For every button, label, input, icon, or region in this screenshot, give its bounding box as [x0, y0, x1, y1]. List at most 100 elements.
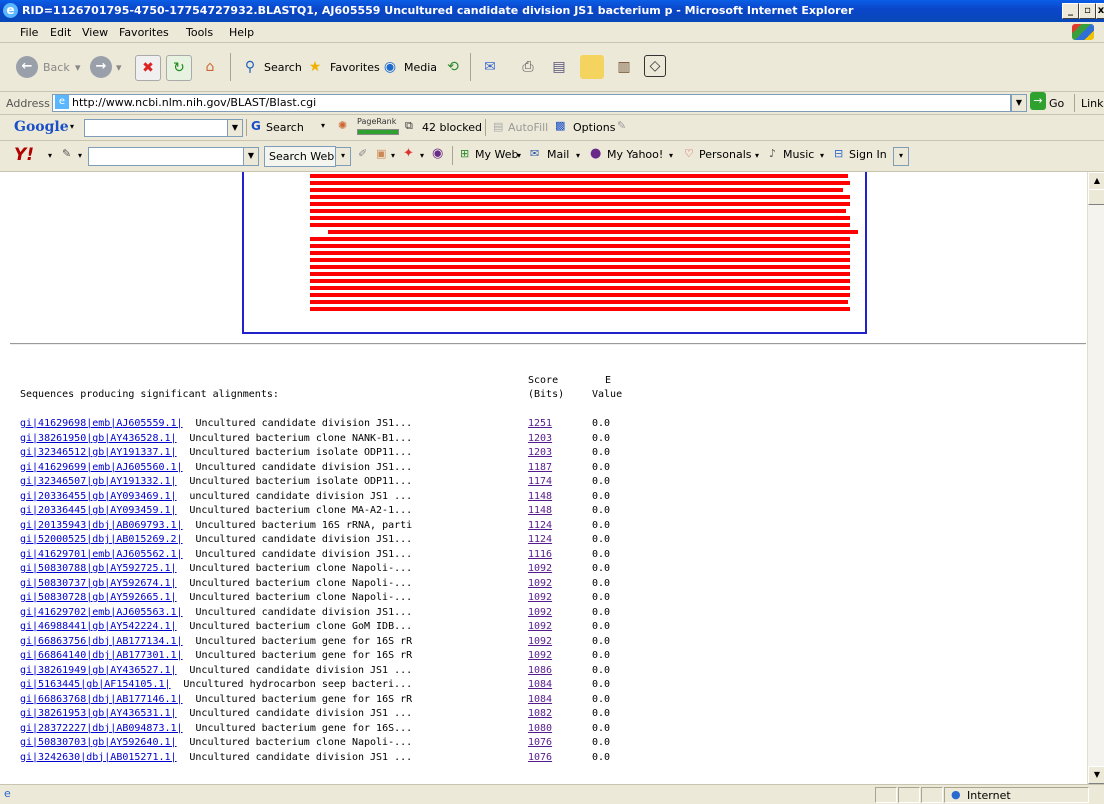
menu-view[interactable]: View — [82, 26, 108, 39]
sequence-id-link[interactable]: gi|32346507|gb|AY191332.1| — [20, 476, 177, 487]
pagerank-label[interactable]: PageRank — [357, 117, 396, 126]
sign-in-button[interactable]: Sign In — [849, 148, 887, 161]
mail-button[interactable]: Mail — [547, 148, 569, 161]
messenger-icon[interactable]: ◇ — [644, 55, 666, 77]
personals-button[interactable]: Personals — [699, 148, 752, 161]
go-button[interactable]: Go — [1049, 97, 1064, 110]
sequence-id-link[interactable]: gi|38261949|gb|AY436527.1| — [20, 665, 177, 676]
sequence-id-link[interactable]: gi|66864140|dbj|AB177301.1| — [20, 650, 183, 661]
search-button-label[interactable]: Search — [264, 61, 302, 74]
stop-icon[interactable]: ✖ — [135, 55, 161, 81]
sequence-id-link[interactable]: gi|20135943|dbj|AB069793.1| — [20, 520, 183, 531]
highlight-icon[interactable]: ✐ — [358, 147, 367, 160]
hit-bar[interactable] — [310, 244, 850, 248]
google-logo[interactable]: Google — [14, 119, 69, 135]
sequence-id-link[interactable]: gi|46988441|gb|AY542224.1| — [20, 621, 177, 632]
address-dropdown-icon[interactable]: ▼ — [1011, 94, 1027, 112]
music-button[interactable]: Music — [783, 148, 814, 161]
score-link[interactable]: 1092 — [528, 592, 552, 603]
back-dropdown-icon[interactable]: ▾ — [75, 61, 81, 74]
scroll-down-button[interactable]: ▼ — [1088, 766, 1104, 784]
refresh-icon[interactable]: ↻ — [166, 55, 192, 81]
address-input[interactable]: e http://www.ncbi.nlm.nih.gov/BLAST/Blast… — [52, 94, 1011, 112]
research-icon[interactable]: ▥ — [612, 55, 636, 79]
score-link[interactable]: 1084 — [528, 679, 552, 690]
sequence-id-link[interactable]: gi|32346512|gb|AY191337.1| — [20, 447, 177, 458]
score-link[interactable]: 1092 — [528, 578, 552, 589]
yahoo-search-dropdown-icon[interactable]: ▼ — [243, 147, 259, 166]
go-arrow-icon[interactable]: → — [1030, 92, 1046, 110]
pencil-icon[interactable]: ✎ — [62, 147, 71, 160]
links-label[interactable]: Links — [1081, 97, 1104, 110]
score-link[interactable]: 1187 — [528, 462, 552, 473]
media-button-label[interactable]: Media — [404, 61, 437, 74]
vertical-scrollbar[interactable]: ▲ ▼ — [1087, 172, 1104, 784]
home-icon[interactable]: ⌂ — [198, 55, 222, 79]
score-link[interactable]: 1148 — [528, 491, 552, 502]
back-button-label[interactable]: Back — [43, 61, 70, 74]
sequence-id-link[interactable]: gi|20336445|gb|AY093459.1| — [20, 505, 177, 516]
layout-icon[interactable]: ▣ — [376, 147, 386, 160]
score-link[interactable]: 1076 — [528, 737, 552, 748]
search-icon[interactable]: ⚲ — [238, 55, 262, 79]
search-web-button[interactable]: Search Web — [264, 146, 336, 167]
media-icon[interactable]: ◉ — [378, 55, 402, 79]
my-yahoo-button[interactable]: My Yahoo! — [607, 148, 663, 161]
hit-bar[interactable] — [310, 258, 850, 262]
forward-arrow-icon[interactable]: → — [90, 56, 112, 78]
score-link[interactable]: 1251 — [528, 418, 552, 429]
score-link[interactable]: 1124 — [528, 520, 552, 531]
menu-favorites[interactable]: Favorites — [119, 26, 169, 39]
score-link[interactable]: 1086 — [528, 665, 552, 676]
score-link[interactable]: 1082 — [528, 708, 552, 719]
autofill-button[interactable]: AutoFill — [508, 121, 548, 134]
google-search-dropdown-arrow-icon[interactable]: ▾ — [321, 121, 325, 130]
sequence-id-link[interactable]: gi|41629698|emb|AJ605559.1| — [20, 418, 183, 429]
sequence-id-link[interactable]: gi|50830788|gb|AY592725.1| — [20, 563, 177, 574]
menu-file[interactable]: File — [20, 26, 38, 39]
score-link[interactable]: 1174 — [528, 476, 552, 487]
yahoo-menu-icon[interactable]: ▾ — [48, 151, 52, 160]
score-link[interactable]: 1124 — [528, 534, 552, 545]
score-link[interactable]: 1203 — [528, 433, 552, 444]
back-arrow-icon[interactable]: ← — [16, 56, 38, 78]
score-link[interactable]: 1092 — [528, 563, 552, 574]
hit-bar[interactable] — [310, 272, 850, 276]
hit-bar[interactable] — [310, 265, 850, 269]
sequence-id-link[interactable]: gi|52000525|dbj|AB015269.2| — [20, 534, 183, 545]
hit-bar[interactable] — [310, 188, 843, 192]
score-link[interactable]: 1092 — [528, 607, 552, 618]
hit-bar[interactable] — [310, 195, 850, 199]
sequence-id-link[interactable]: gi|41629699|emb|AJ605560.1| — [20, 462, 183, 473]
google-news-icon[interactable]: ✺ — [338, 119, 347, 132]
hit-bar[interactable] — [310, 286, 850, 290]
score-link[interactable]: 1148 — [528, 505, 552, 516]
music-dropdown-icon[interactable]: ▾ — [820, 151, 824, 160]
sequence-id-link[interactable]: gi|41629701|emb|AJ605562.1| — [20, 549, 183, 560]
pencil-dropdown-icon[interactable]: ▾ — [78, 151, 82, 160]
hit-bar[interactable] — [310, 300, 848, 304]
my-yahoo-dropdown-icon[interactable]: ▾ — [669, 151, 673, 160]
layout-dropdown-icon[interactable]: ▾ — [391, 151, 395, 160]
menu-edit[interactable]: Edit — [50, 26, 71, 39]
mail-icon[interactable]: ✉ — [478, 55, 502, 79]
hit-bar[interactable] — [310, 223, 850, 227]
scroll-thumb[interactable] — [1088, 189, 1104, 205]
score-link[interactable]: 1092 — [528, 621, 552, 632]
minimize-button[interactable]: _ — [1062, 3, 1079, 19]
google-search-button[interactable]: Search — [266, 121, 304, 134]
sequence-id-link[interactable]: gi|50830728|gb|AY592665.1| — [20, 592, 177, 603]
sequence-id-link[interactable]: gi|50830703|gb|AY592640.1| — [20, 737, 177, 748]
yahoo-logo[interactable]: Y! — [14, 145, 34, 165]
score-link[interactable]: 1076 — [528, 752, 552, 763]
close-button[interactable]: x — [1096, 3, 1104, 19]
sequence-id-link[interactable]: gi|50830737|gb|AY592674.1| — [20, 578, 177, 589]
antispy-icon[interactable]: ✦ — [403, 146, 414, 161]
score-link[interactable]: 1116 — [528, 549, 552, 560]
hit-bar[interactable] — [310, 216, 850, 220]
mail-dropdown-icon[interactable]: ▾ — [576, 151, 580, 160]
sequence-id-link[interactable]: gi|5163445|gb|AF154105.1| — [20, 679, 171, 690]
maximize-button[interactable]: ▫ — [1079, 3, 1096, 19]
score-link[interactable]: 1084 — [528, 694, 552, 705]
edit-icon[interactable]: ▤ — [547, 55, 571, 79]
